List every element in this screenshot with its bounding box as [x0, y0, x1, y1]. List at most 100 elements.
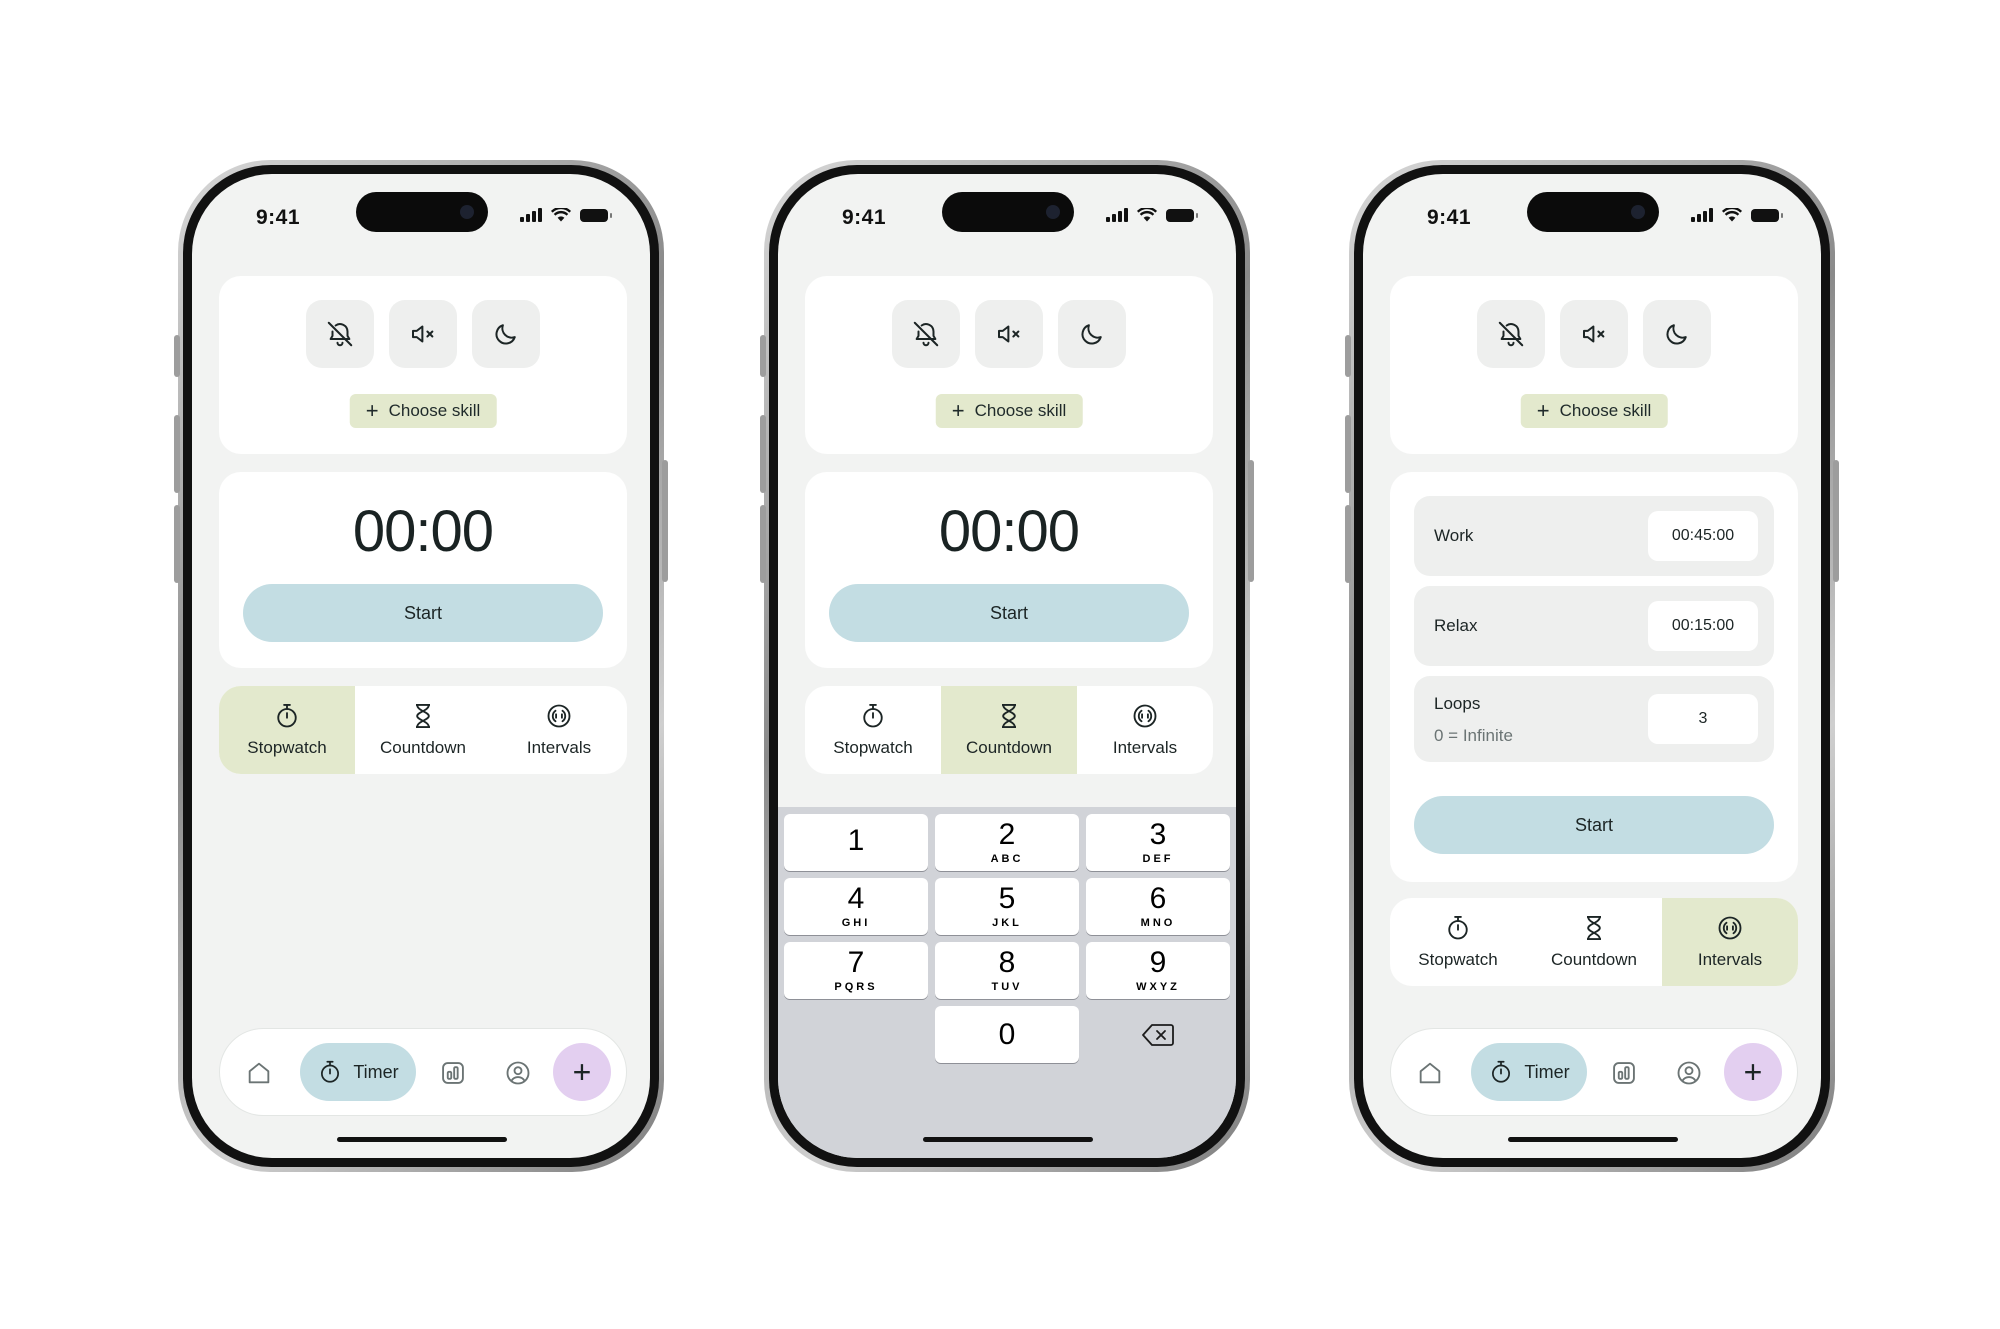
loops-label: Loops — [1434, 694, 1481, 713]
home-icon[interactable] — [245, 1059, 273, 1087]
night-mode-button[interactable] — [472, 300, 540, 368]
intervals-card: Work 00:45:00 Relax 00:15:00 Loops 0 = I… — [1390, 472, 1798, 882]
keypad-row: 1 2 ABC 3 DEF — [784, 814, 1230, 871]
loops-input[interactable]: 3 — [1648, 694, 1758, 744]
intervals-icon — [1718, 916, 1742, 940]
tab-bar: Timer + — [219, 1028, 627, 1116]
mode-countdown-label: Countdown — [965, 738, 1052, 757]
profile-icon[interactable] — [504, 1059, 532, 1087]
mute-button[interactable] — [389, 300, 457, 368]
loops-hint: 0 = Infinite — [1434, 726, 1513, 745]
cellular-signal-icon — [1691, 208, 1713, 222]
key-6[interactable]: 6 MNO — [1086, 878, 1230, 935]
stopwatch-icon — [321, 1060, 340, 1083]
key-digit: 1 — [847, 824, 865, 857]
quick-buttons — [805, 300, 1213, 368]
intervals-icon — [547, 704, 571, 728]
choose-skill-button[interactable]: + Choose skill — [935, 394, 1083, 428]
tab-bar: Timer + — [1390, 1028, 1798, 1116]
home-icon[interactable] — [1416, 1059, 1444, 1087]
key-digit: 4 — [847, 882, 865, 915]
timer-display: 00:00 — [352, 499, 494, 564]
wifi-icon — [1722, 208, 1742, 222]
key-1[interactable]: 1 — [784, 814, 928, 871]
mode-stopwatch[interactable]: Stopwatch — [1390, 898, 1526, 986]
tab-timer-label: Timer — [1524, 1061, 1570, 1082]
mode-intervals[interactable]: Intervals — [1077, 686, 1213, 774]
dynamic-island — [1527, 192, 1659, 232]
backspace-icon — [1142, 1023, 1174, 1046]
battery-icon — [580, 208, 612, 222]
phone-countdown: 9:41 + Choose skill 00:00 Start Stopwatc… — [760, 160, 1254, 1172]
timer-card: 00:00 Start — [805, 472, 1213, 668]
status-time: 9:41 — [1427, 206, 1472, 229]
start-button[interactable]: Start — [829, 584, 1189, 642]
work-label: Work — [1434, 526, 1474, 545]
mode-countdown[interactable]: Countdown — [941, 686, 1077, 774]
dynamic-island — [356, 192, 488, 232]
mute-button[interactable] — [1560, 300, 1628, 368]
wifi-icon — [1137, 208, 1157, 222]
hourglass-icon — [1587, 915, 1601, 941]
key-2[interactable]: 2 ABC — [935, 814, 1079, 871]
work-duration-input[interactable]: 00:45:00 — [1648, 511, 1758, 561]
night-mode-button[interactable] — [1643, 300, 1711, 368]
stats-icon[interactable] — [1610, 1059, 1638, 1087]
add-button[interactable]: + — [1724, 1043, 1782, 1101]
choose-skill-button[interactable]: + Choose skill — [1520, 394, 1668, 428]
key-4[interactable]: 4 GHI — [784, 878, 928, 935]
notifications-off-button[interactable] — [306, 300, 374, 368]
mode-countdown[interactable]: Countdown — [355, 686, 491, 774]
mode-selector: Stopwatch Countdown Intervals — [219, 686, 627, 774]
screen: 9:41 + Choose skill — [778, 174, 1236, 1158]
cellular-signal-icon — [520, 208, 542, 222]
notifications-off-button[interactable] — [1477, 300, 1545, 368]
relax-label: Relax — [1434, 616, 1478, 635]
stats-icon[interactable] — [439, 1059, 467, 1087]
home-indicator — [337, 1137, 507, 1142]
choose-skill-label: Choose skill — [1559, 401, 1652, 420]
tab-timer[interactable]: Timer — [300, 1043, 416, 1101]
status-icons — [520, 208, 612, 222]
profile-icon[interactable] — [1675, 1059, 1703, 1087]
battery-icon — [1751, 208, 1783, 222]
key-8[interactable]: 8 TUV — [935, 942, 1079, 999]
key-delete[interactable] — [1086, 1006, 1230, 1063]
add-button[interactable]: + — [553, 1043, 611, 1101]
start-button[interactable]: Start — [1414, 796, 1774, 854]
key-3[interactable]: 3 DEF — [1086, 814, 1230, 871]
moon-icon — [1081, 324, 1102, 345]
tab-timer[interactable]: Timer — [1471, 1043, 1587, 1101]
key-7[interactable]: 7 PQRS — [784, 942, 928, 999]
mode-countdown-label: Countdown — [1550, 950, 1637, 969]
bezel: 9:41 + Choose skill — [769, 165, 1245, 1167]
key-digit: 2 — [998, 818, 1016, 851]
volume-up-button — [174, 415, 180, 493]
choose-skill-button[interactable]: + Choose skill — [349, 394, 497, 428]
wifi-icon — [551, 208, 571, 222]
key-letters: PQRS — [834, 981, 878, 993]
key-0[interactable]: 0 — [935, 1006, 1079, 1063]
night-mode-button[interactable] — [1058, 300, 1126, 368]
relax-row: Relax 00:15:00 — [1414, 586, 1774, 666]
key-9[interactable]: 9 WXYZ — [1086, 942, 1230, 999]
relax-duration-input[interactable]: 00:15:00 — [1648, 601, 1758, 651]
mode-intervals[interactable]: Intervals — [491, 686, 627, 774]
mode-stopwatch-label: Stopwatch — [833, 738, 913, 757]
screen: 9:41 + Choose skill — [1363, 174, 1821, 1158]
key-5[interactable]: 5 JKL — [935, 878, 1079, 935]
start-button[interactable]: Start — [243, 584, 603, 642]
key-digit: 6 — [1149, 882, 1167, 915]
mode-intervals[interactable]: Intervals — [1662, 898, 1798, 986]
mute-button[interactable] — [975, 300, 1043, 368]
quick-settings-card: + Choose skill — [1390, 276, 1798, 454]
volume-down-button — [760, 505, 766, 583]
mode-countdown[interactable]: Countdown — [1526, 898, 1662, 986]
mode-intervals-label: Intervals — [526, 738, 592, 757]
notifications-off-button[interactable] — [892, 300, 960, 368]
mode-stopwatch[interactable]: Stopwatch — [805, 686, 941, 774]
keypad-row: 0 — [784, 1006, 1230, 1063]
mode-stopwatch[interactable]: Stopwatch — [219, 686, 355, 774]
plus-icon: + — [1536, 398, 1550, 423]
stopwatch-icon — [1492, 1060, 1511, 1083]
